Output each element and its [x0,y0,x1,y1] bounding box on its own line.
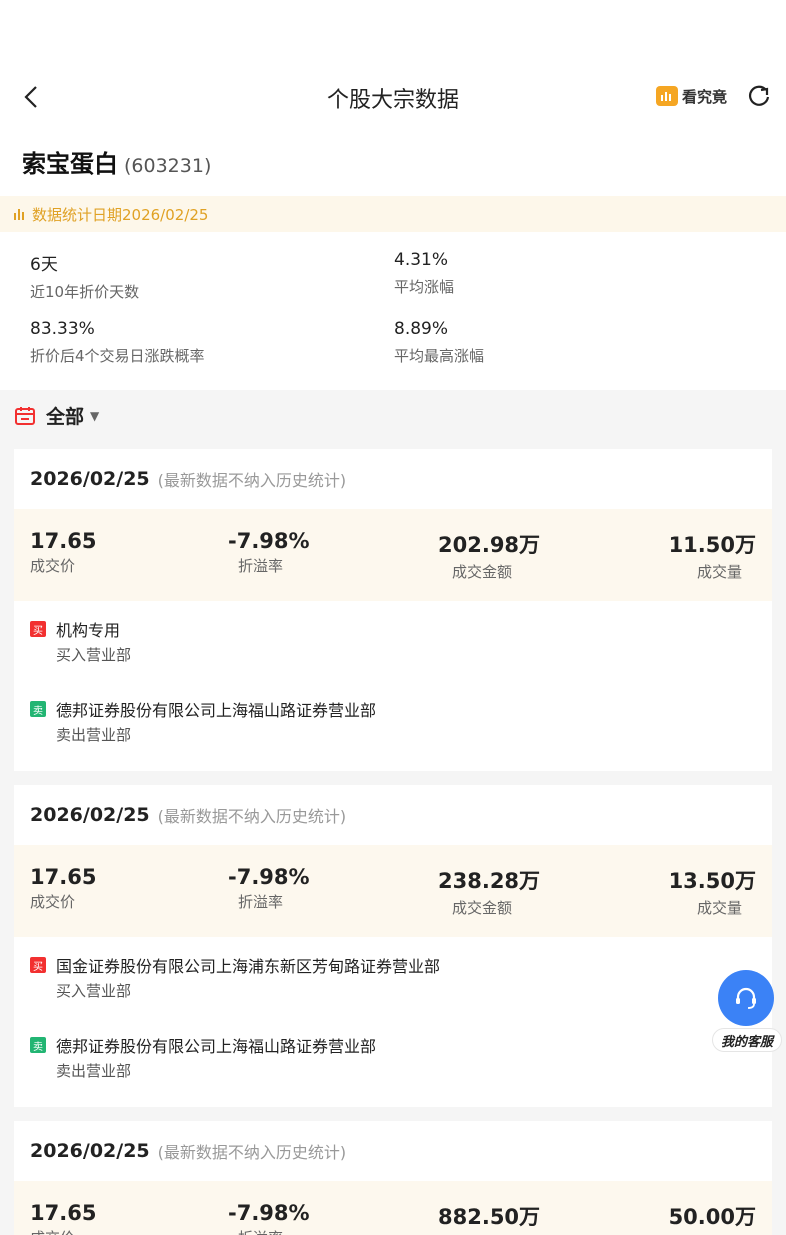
metric-value: 17.65 [30,529,97,553]
metric-label: 成交量 [696,899,742,917]
trade-note: (最新数据不纳入历史统计) [157,471,347,490]
buyer-name: 国金证券股份有限公司上海浦东新区芳甸路证券营业部 [56,957,441,976]
metric-label: 成交价 [30,1227,96,1235]
stat-discount-days: 6天 近10年折价天数 [30,250,139,302]
kanjiujing-logo-icon [656,86,678,106]
seller-row: 卖 德邦证券股份有限公司上海福山路证券营业部 卖出营业部 [14,1017,772,1087]
buyer-name: 机构专用 [56,621,121,640]
metric-amount: 882.50万 成交金额 [438,1201,540,1235]
refresh-icon[interactable] [746,84,772,110]
metric-amount: 202.98万 成交金额 [438,529,540,582]
seller-name: 德邦证券股份有限公司上海福山路证券营业部 [56,701,377,720]
filter-dropdown[interactable]: 全部 ▼ [14,402,99,429]
stat-label: 平均涨幅 [394,278,455,296]
metric-price: 17.65 成交价 [30,1201,96,1235]
metric-value: -7.98% [228,529,310,553]
stat-value: 8.89% [394,319,449,339]
stock-name: 索宝蛋白 [22,150,118,178]
metric-label: 折溢率 [228,1227,310,1235]
stat-label: 折价后4个交易日涨跌概率 [30,347,205,365]
metric-price: 17.65 成交价 [30,529,96,576]
card-header: 2026/02/25 (最新数据不纳入历史统计) [14,1121,772,1181]
metric-premium: -7.98% 折溢率 [228,1201,310,1235]
metric-price: 17.65 成交价 [30,865,96,912]
trade-metrics: 17.65 成交价 -7.98% 折溢率 238.28万 成交金额 13.50万… [14,845,772,937]
seller-role: 卖出营业部 [56,726,132,744]
stat-label: 平均最高涨幅 [394,347,485,365]
metric-value: 882.50万 [438,1205,541,1229]
metric-label: 成交量 [696,563,742,581]
summary-stats: 6天 近10年折价天数 4.31% 平均涨幅 83.33% 折价后4个交易日涨跌… [0,232,786,390]
metric-volume: 50.00万 成交量 [669,1201,756,1235]
seller-name: 德邦证券股份有限公司上海福山路证券营业部 [56,1037,377,1056]
metric-amount: 238.28万 成交金额 [438,865,540,918]
metric-premium: -7.98% 折溢率 [228,865,310,912]
headset-icon [718,970,774,1026]
metric-value: 50.00万 [668,1205,756,1229]
trade-date: 2026/02/25 [30,1140,150,1162]
trade-note: (最新数据不纳入历史统计) [157,1143,347,1162]
stat-value: 4.31% [394,250,449,270]
filter-label: 全部 [46,406,85,428]
metric-value: 238.28万 [438,869,541,893]
buyer-row: 买 机构专用 买入营业部 [14,601,772,671]
metric-value: 202.98万 [438,533,541,557]
metric-label: 成交价 [30,557,76,575]
metric-value: -7.98% [228,1201,310,1225]
card-header: 2026/02/25 (最新数据不纳入历史统计) [14,449,772,509]
metric-label: 成交金额 [452,563,513,581]
metric-value: 11.50万 [668,533,756,557]
metric-value: 17.65 [30,865,97,889]
metric-value: -7.98% [228,865,310,889]
buy-tag: 买 [30,957,46,973]
sell-tag: 卖 [30,701,46,717]
caret-down-icon: ▼ [90,408,100,423]
metric-premium: -7.98% 折溢率 [228,529,310,576]
metric-label: 折溢率 [238,893,284,911]
sell-tag: 卖 [30,1037,46,1053]
stat-label: 近10年折价天数 [30,283,140,301]
trade-date: 2026/02/25 [30,804,150,826]
metric-label: 成交价 [30,893,76,911]
buyer-row: 买 国金证券股份有限公司上海浦东新区芳甸路证券营业部 买入营业部 [14,937,772,1007]
stock-code: (603231) [124,155,212,177]
customer-service-button[interactable]: 我的客服 [712,970,782,1056]
seller-row: 卖 德邦证券股份有限公司上海福山路证券营业部 卖出营业部 [14,681,772,751]
metric-value: 17.65 [30,1201,97,1225]
trade-record-card[interactable]: 2026/02/25 (最新数据不纳入历史统计) 17.65 成交价 -7.98… [14,449,772,771]
trade-record-card[interactable]: 2026/02/25 (最新数据不纳入历史统计) 17.65 成交价 -7.98… [14,1121,772,1235]
metric-volume: 13.50万 成交量 [669,865,756,918]
stat-value: 83.33% [30,319,95,339]
trade-note: (最新数据不纳入历史统计) [157,807,347,826]
metric-label: 成交金额 [452,899,513,917]
trade-date: 2026/02/25 [30,468,150,490]
stat-date-bar: 数据统计日期2026/02/25 [0,196,786,232]
trade-metrics: 17.65 成交价 -7.98% 折溢率 882.50万 成交金额 50.00万… [14,1181,772,1235]
metric-volume: 11.50万 成交量 [669,529,756,582]
stat-avg-max-rise: 8.89% 平均最高涨幅 [394,319,484,366]
trade-record-card[interactable]: 2026/02/25 (最新数据不纳入历史统计) 17.65 成交价 -7.98… [14,785,772,1107]
metric-label: 折溢率 [238,557,284,575]
kanjiujing-button[interactable]: 看究竟 [656,84,727,108]
buy-tag: 买 [30,621,46,637]
seller-role: 卖出营业部 [56,1062,132,1080]
stock-title: 索宝蛋白 (603231) [22,144,211,179]
stat-rise-probability: 83.33% 折价后4个交易日涨跌概率 [30,319,205,366]
buyer-role: 买入营业部 [56,646,132,664]
bar-chart-icon [14,209,24,220]
stat-value: 6天 [30,255,58,275]
stat-date-text: 数据统计日期2026/02/25 [32,205,209,224]
metric-value: 13.50万 [668,869,756,893]
buyer-role: 买入营业部 [56,982,132,1000]
top-nav-bar: 个股大宗数据 看究竟 [0,72,786,122]
trade-metrics: 17.65 成交价 -7.98% 折溢率 202.98万 成交金额 11.50万… [14,509,772,601]
customer-service-label: 我的客服 [712,1028,782,1052]
stat-avg-rise: 4.31% 平均涨幅 [394,250,454,297]
calendar-icon [15,406,35,425]
card-header: 2026/02/25 (最新数据不纳入历史统计) [14,785,772,845]
kanjiujing-label: 看究竟 [682,87,728,106]
